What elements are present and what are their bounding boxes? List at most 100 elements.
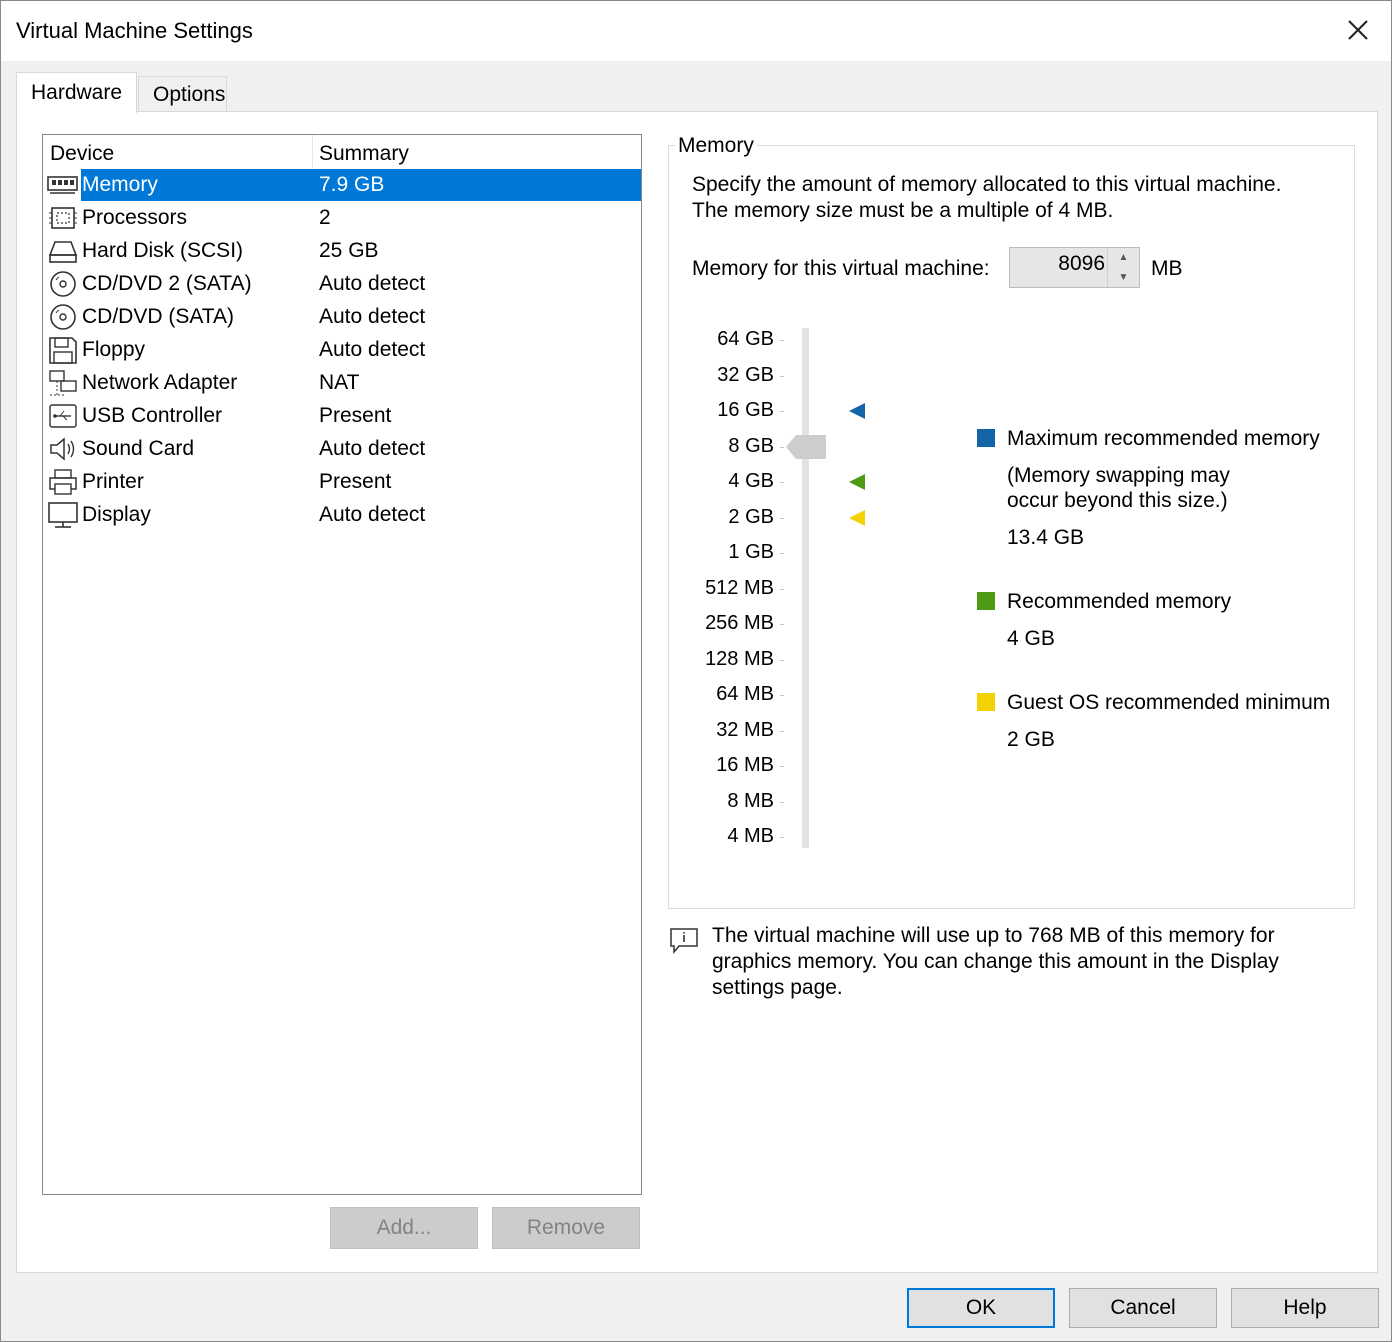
ok-button[interactable]: OK — [907, 1288, 1055, 1328]
device-name: Sound Card — [82, 437, 195, 460]
hard-disk-icon — [47, 237, 79, 265]
scale-tick — [780, 837, 784, 838]
help-button[interactable]: Help — [1231, 1288, 1379, 1328]
decrement-button[interactable]: ▼ — [1108, 268, 1139, 287]
device-list[interactable]: Device Summary Memory 7.9 GB Processors 2 Ha… — [42, 134, 642, 1195]
device-summary: Present — [319, 404, 392, 427]
info-icon — [670, 928, 698, 954]
scale-label: 8 GB — [728, 434, 774, 457]
memory-field-label: Memory for this virtual machine: — [692, 257, 990, 280]
scale-label: 16 GB — [717, 399, 774, 421]
device-row-display[interactable]: Display Auto detect — [47, 499, 641, 532]
processor-icon — [47, 204, 79, 232]
device-row-sound-card[interactable]: Sound Card Auto detect — [47, 433, 641, 466]
tab-options[interactable]: Options — [138, 76, 227, 112]
scale-tick — [780, 695, 784, 696]
device-name: USB Controller — [82, 404, 223, 427]
scale-label: 1 GB — [728, 541, 774, 563]
device-name: Network Adapter — [82, 371, 238, 394]
device-row-memory[interactable]: Memory 7.9 GB — [47, 169, 641, 202]
device-name: CD/DVD (SATA) — [82, 305, 235, 328]
add-device-button[interactable]: Add... — [330, 1207, 478, 1249]
scale-label: 8 MB — [727, 789, 774, 812]
close-button[interactable] — [1343, 15, 1373, 45]
scale-label: 32 GB — [717, 363, 774, 386]
remove-device-button[interactable]: Remove — [492, 1207, 640, 1249]
hardware-panel: Device Summary Memory 7.9 GB Processors 2 Ha… — [16, 111, 1378, 1273]
scale-tick — [780, 766, 784, 767]
network-adapter-icon — [47, 369, 79, 397]
device-name: Processors — [82, 206, 188, 229]
memory-input[interactable]: 8096 — [1010, 252, 1105, 276]
scale-tick — [780, 446, 784, 448]
memory-icon — [47, 171, 79, 199]
device-rows: Memory 7.9 GB Processors 2 Hard Disk (SCSI) 2… — [47, 169, 641, 532]
device-name: CD/DVD 2 (SATA) — [82, 272, 252, 295]
device-row-floppy[interactable]: Floppy Auto detect — [47, 334, 641, 367]
spin-buttons: ▲ ▼ — [1107, 248, 1139, 287]
memory-slider-track[interactable] — [802, 328, 809, 848]
scale-tick — [780, 659, 784, 661]
increment-button[interactable]: ▲ — [1108, 248, 1139, 267]
device-summary: NAT — [319, 371, 360, 394]
device-summary: Present — [319, 470, 392, 493]
scale-label: 16 MB — [716, 754, 774, 776]
scale-label: 512 MB — [705, 576, 774, 599]
device-row-printer[interactable]: Printer Present — [47, 466, 641, 499]
memory-slider-thumb[interactable] — [786, 434, 826, 459]
recommended-value: 4 GB — [1007, 627, 1055, 650]
scale-label: 256 MB — [705, 612, 774, 634]
scale-tick — [780, 411, 784, 412]
guest-minimum-swatch — [977, 693, 995, 711]
device-summary: 25 GB — [319, 239, 379, 262]
printer-icon — [47, 468, 79, 496]
maximum-label: Maximum recommended memory — [1007, 427, 1320, 450]
guest-minimum-label: Guest OS recommended minimum — [1007, 691, 1331, 714]
recommended-swatch — [977, 592, 995, 610]
scale-tick — [780, 517, 784, 519]
guest-minimum-value: 2 GB — [1007, 728, 1055, 751]
maximum-value: 13.4 GB — [1007, 526, 1085, 549]
scale-label: 4 MB — [727, 825, 774, 847]
recommended-marker-icon — [849, 474, 865, 490]
maximum-marker-icon — [849, 403, 865, 419]
column-header-summary[interactable]: Summary — [319, 142, 409, 166]
device-summary: Auto detect — [319, 305, 426, 328]
device-name: Memory — [82, 173, 158, 196]
maximum-note-line2: occur beyond this size.) — [1007, 489, 1228, 512]
maximum-note-line1: (Memory swapping may — [1007, 464, 1230, 487]
info-line1: The virtual machine will use up to 768 M… — [712, 924, 1275, 947]
scale-label: 4 GB — [728, 470, 774, 492]
scale-label: 64 GB — [717, 328, 774, 350]
usb-icon — [47, 402, 79, 430]
memory-description: Specify the amount of memory allocated t… — [692, 172, 1281, 224]
memory-spinbox[interactable]: 8096 ▲ ▼ — [1009, 247, 1140, 288]
vm-settings-dialog: Virtual Machine Settings Hardware Option… — [0, 0, 1392, 1342]
title-bar: Virtual Machine Settings — [1, 1, 1391, 61]
scale-tick — [780, 482, 784, 483]
device-name: Floppy — [82, 338, 146, 361]
window-title: Virtual Machine Settings — [16, 18, 253, 43]
info-line2: graphics memory. You can change this amo… — [712, 950, 1279, 973]
device-row-cd-dvd-sata[interactable]: CD/DVD (SATA) Auto detect — [47, 301, 641, 334]
device-name: Display — [82, 503, 151, 526]
column-separator[interactable] — [312, 135, 313, 168]
device-row-network-adapter[interactable]: Network Adapter NAT — [47, 367, 641, 400]
column-header-device[interactable]: Device — [50, 142, 114, 166]
scale-tick — [780, 340, 784, 341]
device-row-processors[interactable]: Processors 2 — [47, 202, 641, 235]
device-row-hard-disk-scsi[interactable]: Hard Disk (SCSI) 25 GB — [47, 235, 641, 268]
scale-label: 64 MB — [716, 683, 774, 705]
floppy-icon — [47, 336, 79, 364]
device-summary: Auto detect — [319, 503, 426, 526]
close-icon — [1348, 20, 1368, 40]
device-row-usb-controller[interactable]: USB Controller Present — [47, 400, 641, 433]
memory-group-label: Memory — [675, 134, 757, 158]
device-summary: 7.9 GB — [319, 173, 385, 196]
guest-minimum-marker-icon — [849, 509, 865, 526]
cancel-button[interactable]: Cancel — [1069, 1288, 1217, 1328]
tab-hardware[interactable]: Hardware — [16, 72, 137, 113]
device-row-cd-dvd-2-sata[interactable]: CD/DVD 2 (SATA) Auto detect — [47, 268, 641, 301]
scale-tick — [780, 553, 784, 554]
device-summary: 2 — [319, 206, 331, 229]
